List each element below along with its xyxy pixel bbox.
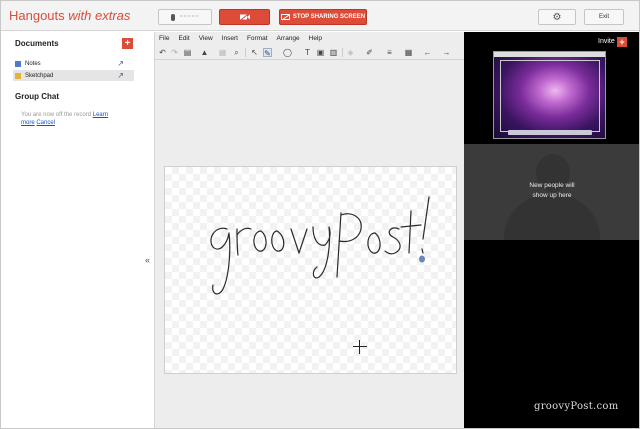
drawing-canvas[interactable] — [164, 166, 457, 374]
app-name: Hangouts — [9, 8, 65, 23]
menu-file[interactable]: File — [159, 35, 169, 42]
redo-icon[interactable]: ↷ — [170, 48, 179, 57]
sketchpad-toolbar: ↶ ↷ ▤ ▲ ▦ ⌕ ↖ ✎ ◯ T ▣ ▥ ◈ ✐ ≡ ▦ ← → — [155, 45, 464, 60]
notes-icon — [15, 60, 21, 67]
shared-screen-thumbnail[interactable] — [493, 51, 606, 139]
top-bar: Hangouts with extras ===== STOP SHARING … — [1, 1, 639, 31]
watermark: groovyPost.com — [534, 401, 619, 412]
zoom-icon[interactable]: ⌕ — [232, 48, 241, 57]
thumbnail-menubar — [494, 52, 605, 57]
menu-format[interactable]: Format — [247, 35, 268, 42]
document-label: Notes — [25, 60, 41, 67]
shape-icon[interactable]: ◯ — [283, 48, 292, 57]
line-start-icon[interactable]: ← — [423, 48, 432, 57]
stamp-icon[interactable]: ▲ — [200, 48, 209, 57]
open-arrow-icon[interactable]: ↗ — [117, 71, 124, 80]
cancel-link[interactable]: Cancel — [36, 120, 55, 126]
snap-icon[interactable]: ▦ — [218, 48, 227, 57]
stop-sharing-label: STOP SHARING SCREEN — [292, 14, 366, 20]
invite-label: Invite — [598, 38, 615, 45]
select-icon[interactable]: ↖ — [250, 48, 259, 57]
menu-view[interactable]: View — [199, 35, 213, 42]
menu-arrange[interactable]: Arrange — [277, 35, 300, 42]
paint-format-icon[interactable]: ▤ — [183, 48, 192, 57]
mute-mic-button[interactable]: ===== — [158, 9, 212, 25]
microphone-icon — [170, 13, 175, 21]
off-record-notice: You are now off the record Learn more Ca… — [21, 111, 121, 127]
gear-icon: ⚙ — [552, 11, 562, 23]
scribble-drawing — [210, 196, 430, 295]
word-art-icon[interactable]: ▥ — [329, 48, 338, 57]
mic-level-indicator: ===== — [179, 14, 200, 20]
line-weight-icon[interactable]: ≡ — [385, 48, 394, 57]
image-icon[interactable]: ▣ — [316, 48, 325, 57]
app-title: Hangouts with extras — [9, 8, 130, 23]
document-item-sketchpad[interactable]: Sketchpad ↗ — [13, 70, 134, 81]
scribble-tool-icon[interactable]: ✎ — [263, 48, 272, 58]
new-people-message: New people will show up here — [529, 182, 575, 199]
menu-edit[interactable]: Edit — [178, 35, 189, 42]
collapse-panel-icon[interactable]: « — [145, 255, 150, 265]
sketchpad-menubar: File Edit View Insert Format Arrange Hel… — [155, 32, 464, 44]
participant-placeholder: New people will show up here — [464, 144, 639, 240]
thumbnail-window — [500, 60, 600, 132]
camera-off-icon — [239, 13, 250, 21]
screen-share-icon — [280, 13, 290, 20]
line-dash-icon[interactable]: ▦ — [404, 48, 413, 57]
video-panel: Invite + New people will show up here gr… — [464, 32, 639, 428]
open-arrow-icon[interactable]: ↗ — [117, 59, 124, 68]
off-record-text: You are now off the record — [21, 112, 92, 118]
camera-toggle-button[interactable] — [219, 9, 270, 25]
sketchpad-icon — [15, 72, 21, 79]
line-color-icon[interactable]: ✐ — [365, 48, 374, 57]
exit-button[interactable]: Exit — [584, 9, 624, 25]
document-item-notes[interactable]: Notes ↗ — [13, 58, 134, 69]
documents-heading: Documents — [15, 39, 59, 48]
left-panel: Documents + Notes ↗ Sketchpad ↗ Group Ch… — [1, 32, 144, 428]
menu-help[interactable]: Help — [309, 35, 322, 42]
settings-button[interactable]: ⚙ — [538, 9, 576, 25]
sketchpad-area: File Edit View Insert Format Arrange Hel… — [155, 32, 464, 428]
text-box-icon[interactable]: T — [303, 48, 312, 57]
group-chat-heading: Group Chat — [15, 92, 59, 101]
undo-icon[interactable]: ↶ — [158, 48, 167, 57]
crosshair-cursor — [353, 340, 367, 354]
menu-insert[interactable]: Insert — [222, 35, 238, 42]
line-end-icon[interactable]: → — [442, 48, 451, 57]
add-document-button[interactable]: + — [122, 38, 133, 49]
app-name-suffix: with extras — [68, 8, 131, 23]
thumbnail-dock — [508, 130, 592, 135]
document-label: Sketchpad — [25, 72, 54, 79]
invite-button[interactable]: + — [617, 37, 627, 47]
fill-color-icon[interactable]: ◈ — [346, 48, 355, 57]
stop-sharing-button[interactable]: STOP SHARING SCREEN — [279, 9, 367, 25]
hangouts-window: Hangouts with extras ===== STOP SHARING … — [0, 0, 640, 429]
